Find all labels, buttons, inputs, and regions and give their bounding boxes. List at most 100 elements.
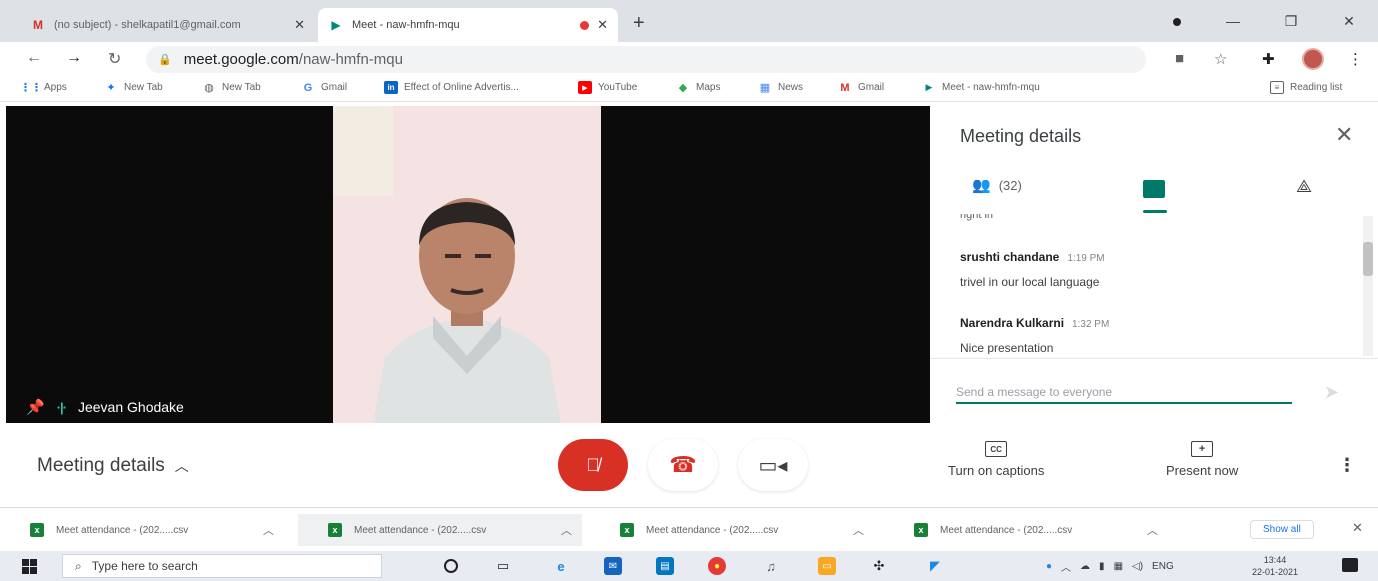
task-view-icon[interactable]: ▭ <box>494 557 512 575</box>
download-item[interactable]: x Meet attendance - (202.....csv ︿ <box>0 514 284 546</box>
address-bar-row: ← → ↻ 🔒 meet.google.com/naw-hmfn-mqu ■ ☆… <box>0 42 1378 76</box>
meet-stage: 📌 ·|· Jeevan Ghodake Meeting details ✕ 👥… <box>0 102 1378 507</box>
bookmark-new-tab[interactable]: ✦ New Tab <box>104 81 163 94</box>
edge-icon[interactable]: e <box>552 557 570 575</box>
globe-icon: ◍ <box>204 82 214 94</box>
bookmark-gmail-2[interactable]: M Gmail <box>838 81 884 94</box>
more-options-icon[interactable]: ⋮ <box>1338 455 1356 476</box>
chat-messages: right in srushti chandane 1:19 PM trivel … <box>960 214 1360 354</box>
present-icon: + <box>1191 441 1214 457</box>
video-tile-right <box>601 106 930 423</box>
restore-icon[interactable]: ❐ <box>1262 13 1320 30</box>
volume-icon[interactable]: ◁) <box>1132 561 1143 572</box>
chevron-up-icon[interactable]: ︿ <box>853 522 864 538</box>
people-tray-icon[interactable]: ● <box>1046 561 1052 572</box>
chat-icon[interactable] <box>1143 180 1165 198</box>
download-item[interactable]: x Meet attendance - (202.....csv ︿ <box>590 514 874 546</box>
bookmark-label: Effect of Online Advertis... <box>404 82 519 93</box>
bookmark-maps[interactable]: ◆ Maps <box>676 81 721 94</box>
tab-meet[interactable]: ▶ Meet - naw-hmfn-mqu ✕ <box>318 8 618 42</box>
reading-list-label: Reading list <box>1290 82 1343 93</box>
bookmark-new-tab-2[interactable]: ◍ New Tab <box>202 81 261 94</box>
audio-level-icon: ·|· <box>56 399 67 415</box>
new-tab-button[interactable]: + <box>633 12 645 35</box>
download-item[interactable]: x Meet attendance - (202.....csv ︿ <box>884 514 1168 546</box>
hang-up-icon: ☎ <box>669 452 697 477</box>
close-icon[interactable]: ✕ <box>294 17 305 33</box>
download-name: Meet attendance - (202.....csv <box>940 524 1073 536</box>
download-item[interactable]: x Meet attendance - (202.....csv ︿ <box>298 514 582 546</box>
camera-indicator-icon[interactable]: ■ <box>1175 50 1184 67</box>
chevron-up-icon[interactable]: ︿ <box>561 522 572 538</box>
battery-icon[interactable]: ▮ <box>1099 561 1105 572</box>
present-now-button[interactable]: + Present now <box>1166 441 1238 478</box>
cortana-icon[interactable] <box>444 559 458 573</box>
people-icon: 👥 <box>972 177 991 194</box>
chevron-up-icon[interactable]: ︿ <box>263 522 274 538</box>
chat-message-input[interactable] <box>956 382 1292 404</box>
message-time: 1:32 PM <box>1072 319 1110 330</box>
close-icon[interactable]: ✕ <box>1352 520 1363 536</box>
taskbar-search[interactable]: ⌕ Type here to search <box>62 554 382 578</box>
language-indicator[interactable]: ENG <box>1152 561 1174 572</box>
meeting-details-label: Meeting details <box>37 455 165 476</box>
app-icon[interactable]: ◤ <box>926 557 944 575</box>
window-close-icon[interactable]: ✕ <box>1320 13 1378 30</box>
file-explorer-icon[interactable]: ▭ <box>818 557 836 575</box>
bookmark-gmail[interactable]: G Gmail <box>301 81 347 94</box>
chat-scrollbar[interactable] <box>1363 216 1373 356</box>
leave-call-button[interactable]: ☎ <box>648 439 718 491</box>
tab-people[interactable]: 👥 (32) <box>972 176 1022 194</box>
clock-time: 13:44 <box>1263 555 1287 565</box>
notifications-icon[interactable] <box>1342 558 1358 572</box>
tab-gmail[interactable]: M (no subject) - shelkapatil1@gmail.com … <box>20 8 315 42</box>
chevron-up-icon[interactable]: ︿ <box>1147 522 1158 538</box>
settings-app-icon[interactable]: ✣ <box>870 557 888 575</box>
media-player-icon[interactable]: ♫ <box>762 557 780 575</box>
close-icon[interactable]: ✕ <box>597 17 608 33</box>
chevron-up-icon[interactable]: ︿ <box>1061 559 1071 574</box>
bookmark-news[interactable]: ▦ News <box>758 81 803 94</box>
bookmark-youtube[interactable]: ▶ YouTube <box>578 81 637 94</box>
spreadsheet-icon: x <box>914 523 928 537</box>
camera-toggle-button[interactable]: ▭◂ <box>738 439 808 491</box>
store-icon[interactable]: ▤ <box>656 557 674 575</box>
profile-avatar[interactable] <box>1302 48 1324 70</box>
participant-image <box>333 106 601 423</box>
mail-icon[interactable]: ✉ <box>604 557 622 575</box>
captions-button[interactable]: CC Turn on captions <box>948 441 1044 478</box>
bookmark-apps[interactable]: ⋮⋮ Apps <box>20 81 67 94</box>
bookmark-star-icon[interactable]: ☆ <box>1214 50 1227 68</box>
url-field[interactable]: 🔒 meet.google.com/naw-hmfn-mqu <box>146 46 1146 73</box>
screen: M (no subject) - shelkapatil1@gmail.com … <box>0 0 1378 581</box>
recording-icon <box>580 20 590 30</box>
send-icon[interactable]: ➤ <box>1324 382 1339 403</box>
bookmark-meet[interactable]: ▶ Meet - naw-hmfn-mqu <box>922 81 1040 94</box>
network-icon[interactable]: ▦ <box>1114 561 1123 572</box>
forward-arrow-icon[interactable]: → <box>66 49 82 67</box>
tab-search-icon[interactable] <box>1170 15 1184 29</box>
video-tile-left: 📌 ·|· Jeevan Ghodake <box>6 106 333 423</box>
reload-icon[interactable]: ↻ <box>108 49 121 69</box>
reading-list[interactable]: ≡ Reading list <box>1270 81 1342 94</box>
pin-icon[interactable]: 📌 <box>26 398 45 416</box>
meeting-details-button[interactable]: Meeting details ︿ <box>37 455 189 477</box>
meet-icon: ▶ <box>925 82 933 92</box>
bookmark-label: New Tab <box>124 82 163 93</box>
captions-label: Turn on captions <box>948 463 1045 478</box>
close-icon[interactable]: ✕ <box>1335 122 1353 148</box>
back-arrow-icon[interactable]: ← <box>26 49 42 67</box>
chrome-icon[interactable]: ● <box>708 557 726 575</box>
message-time: 1:19 PM <box>1067 253 1105 264</box>
cloud-icon[interactable]: ☁ <box>1080 561 1090 572</box>
extensions-icon[interactable]: ✚ <box>1262 50 1275 68</box>
minimize-icon[interactable]: — <box>1204 13 1262 29</box>
mic-toggle-button[interactable]: 🎙̸ <box>558 439 628 491</box>
windows-start-icon[interactable] <box>22 559 37 574</box>
activities-icon[interactable]: ⟁ <box>1296 176 1312 197</box>
bookmark-effect-online[interactable]: in Effect of Online Advertis... <box>384 81 519 94</box>
clock[interactable]: 13:44 22-01-2021 <box>1252 554 1298 578</box>
show-all-button[interactable]: Show all <box>1250 520 1314 539</box>
chat-scrollbar-thumb[interactable] <box>1363 242 1373 276</box>
menu-kebab-icon[interactable]: ⋮ <box>1348 50 1363 68</box>
